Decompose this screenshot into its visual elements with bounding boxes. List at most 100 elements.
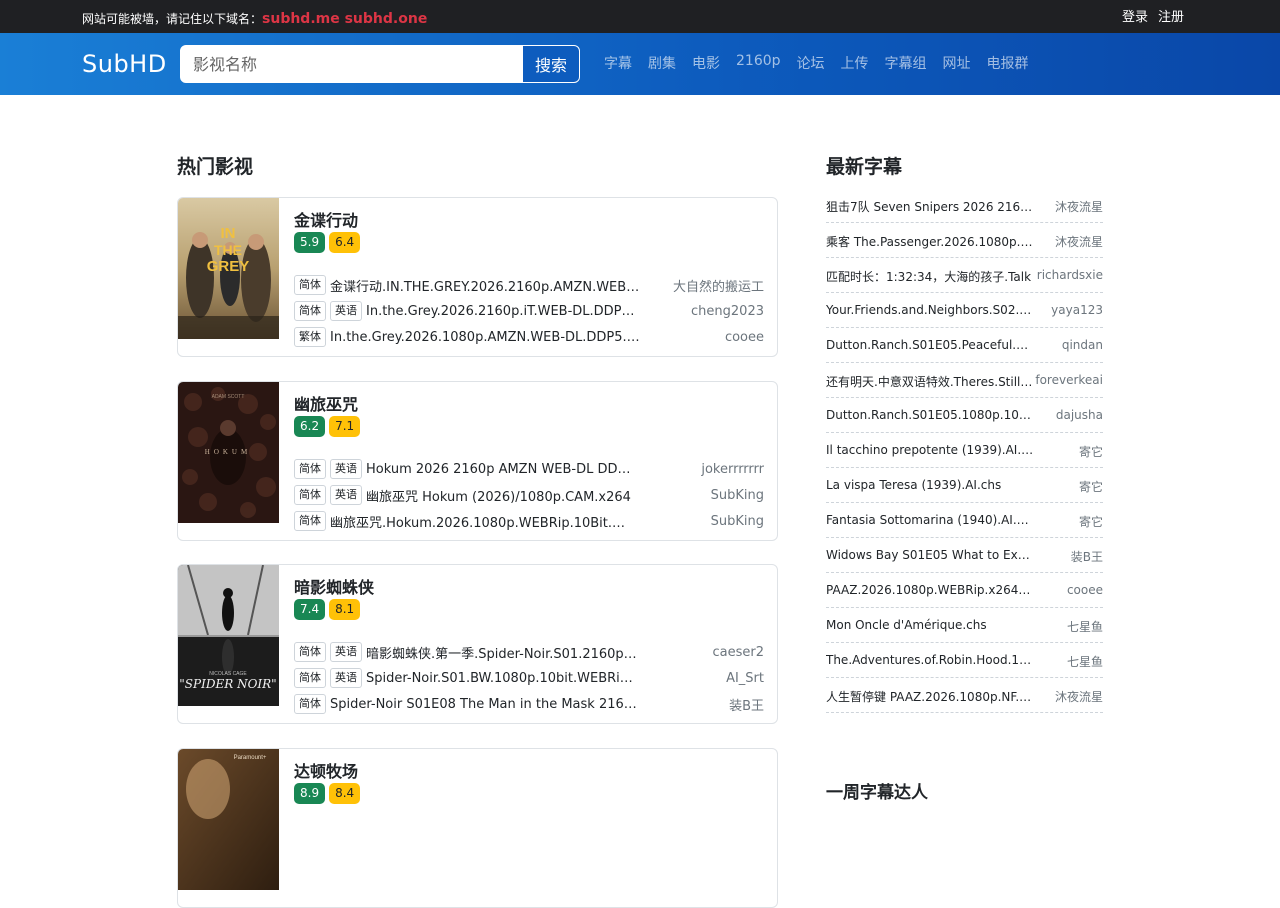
uploader-name[interactable]: jokerrrrrrr (701, 462, 764, 477)
latest-item-name[interactable]: Fantasia Sottomarina (1940).AI.chs (826, 513, 1034, 527)
hot-card: IN THE GREY 金谍行动 5.9 6.4 简体 金谍行动.IN.THE.… (177, 197, 778, 357)
uploader-name[interactable]: AI_Srt (726, 671, 764, 686)
latest-item-name[interactable]: 人生暂停键 PAAZ.2026.1080p.NF.WEB-DL (826, 688, 1034, 705)
latest-item-name[interactable]: PAAZ.2026.1080p.WEBRip.x264.AAC (826, 583, 1034, 597)
movie-title[interactable]: 幽旅巫咒 (294, 391, 358, 415)
latest-item[interactable]: PAAZ.2026.1080p.WEBRip.x264.AAC cooee (826, 573, 1103, 608)
subtitle-name[interactable]: 金谍行动.IN.THE.GREY.2026.2160p.AMZN.WEB-DL.… (330, 276, 640, 295)
movie-title[interactable]: 金谍行动 (294, 207, 358, 231)
latest-item[interactable]: 人生暂停键 PAAZ.2026.1080p.NF.WEB-DL 沐夜流星 (826, 678, 1103, 713)
latest-item-user[interactable]: yaya123 (1051, 303, 1103, 317)
main-navbar: SubHD 搜索 字幕 剧集 电影 2160p 论坛 上传 字幕组 网址 电报群 (0, 33, 1280, 95)
subtitle-row[interactable]: 简体 金谍行动.IN.THE.GREY.2026.2160p.AMZN.WEB-… (294, 272, 764, 298)
subtitle-name[interactable]: In.the.Grey.2026.1080p.AMZN.WEB-DL.DDP5.… (330, 330, 640, 345)
latest-item-user[interactable]: 沐夜流星 (1055, 198, 1103, 215)
latest-item[interactable]: Widows Bay S01E05 What to Expect 装B王 (826, 538, 1103, 573)
latest-item[interactable]: The.Adventures.of.Robin.Hood.1938 七星鱼 (826, 643, 1103, 678)
score-badge-green: 6.2 (294, 416, 326, 437)
nav-link-2160p[interactable]: 2160p (728, 53, 789, 73)
hot-card: HOKUM ADAM SCOTT 幽旅巫咒 6.2 7.1 简体 英语 Hoku… (177, 381, 778, 541)
latest-item[interactable]: Dutton.Ranch.S01E05.1080p.10bit dajusha (826, 398, 1103, 433)
latest-item-user[interactable]: 寄它 (1079, 478, 1103, 495)
latest-item-user[interactable]: 装B王 (1071, 548, 1103, 565)
subtitle-name[interactable]: 幽旅巫咒 Hokum (2026)/1080p.CAM.x264 (366, 486, 631, 505)
domain-list: subhd.me subhd.one (262, 11, 428, 27)
latest-item[interactable]: 还有明天.中意双语特效.Theres.Still.Tomorrowforever… (826, 363, 1103, 398)
subtitle-row[interactable]: 简体 英语 Hokum 2026 2160p AMZN WEB-DL DDP5.… (294, 456, 764, 482)
latest-item-name[interactable]: Dutton.Ranch.S01E05.1080p.10bit (826, 408, 1034, 422)
latest-item[interactable]: 匹配时长：1:32:34，大海的孩子.Talk richardsxie (826, 258, 1103, 293)
latest-item-user[interactable]: 寄它 (1079, 513, 1103, 530)
latest-item[interactable]: Mon Oncle d'Amérique.chs 七星鱼 (826, 608, 1103, 643)
subtitle-row[interactable]: 繁体 In.the.Grey.2026.1080p.AMZN.WEB-DL.DD… (294, 324, 764, 350)
poster-image[interactable]: Paramount+ (178, 749, 279, 890)
nav-link-urls[interactable]: 网址 (935, 53, 979, 73)
latest-item-name[interactable]: Mon Oncle d'Amérique.chs (826, 618, 1034, 632)
subtitle-row[interactable]: 简体 Spider-Noir S01E08 The Man in the Mas… (294, 691, 764, 717)
nav-link-forum[interactable]: 论坛 (789, 53, 833, 73)
uploader-name[interactable]: 装B王 (729, 695, 764, 714)
movie-title[interactable]: 达顿牧场 (294, 758, 358, 782)
subtitle-name[interactable]: In.the.Grey.2026.2160p.iT.WEB-DL.DDP5.1.… (366, 304, 636, 319)
latest-item-name[interactable]: 匹配时长：1:32:34，大海的孩子.Talk (826, 268, 1034, 285)
login-link[interactable]: 登录 (1122, 6, 1148, 25)
register-link[interactable]: 注册 (1158, 6, 1184, 25)
latest-item-user[interactable]: richardsxie (1037, 268, 1103, 282)
latest-item-name[interactable]: La vispa Teresa (1939).AI.chs (826, 478, 1034, 492)
nav-link-upload[interactable]: 上传 (833, 53, 877, 73)
subtitle-name[interactable]: 暗影蜘蛛侠.第一季.Spider-Noir.S01.2160p.AMZN.WEB… (366, 643, 638, 662)
uploader-name[interactable]: cooee (725, 330, 764, 345)
subtitle-row[interactable]: 简体 幽旅巫咒.Hokum.2026.1080p.WEBRip.10Bit.DD… (294, 508, 764, 534)
subtitle-name[interactable]: Spider-Noir.S01.BW.1080p.10bit.WEBRip.6C… (366, 671, 634, 686)
latest-item-name[interactable]: 狙击7队 Seven Snipers 2026 2160p WEB-DL (826, 198, 1034, 215)
latest-item[interactable]: Dutton.Ranch.S01E05.Peaceful.Valley qinda… (826, 328, 1103, 363)
latest-item[interactable]: Your.Friends.and.Neighbors.S02.1080p yaya… (826, 293, 1103, 328)
subtitle-row[interactable]: 简体 英语 Spider-Noir.S01.BW.1080p.10bit.WEB… (294, 665, 764, 691)
latest-item-name[interactable]: Widows Bay S01E05 What to Expect (826, 548, 1034, 562)
latest-item-name[interactable]: 乘客 The.Passenger.2026.1080p.WEB-DL (826, 233, 1034, 250)
search-button[interactable]: 搜索 (522, 46, 579, 82)
latest-item-user[interactable]: qindan (1062, 338, 1103, 352)
movie-title[interactable]: 暗影蜘蛛侠 (294, 574, 374, 598)
latest-item[interactable]: La vispa Teresa (1939).AI.chs 寄它 (826, 468, 1103, 503)
subtitle-row[interactable]: 简体 英语 暗影蜘蛛侠.第一季.Spider-Noir.S01.2160p.AM… (294, 639, 764, 665)
subtitle-name[interactable]: Hokum 2026 2160p AMZN WEB-DL DDP5.1 H.26… (366, 462, 638, 477)
latest-item-user[interactable]: 寄它 (1079, 443, 1103, 460)
latest-item-user[interactable]: dajusha (1056, 408, 1103, 422)
nav-link-movies[interactable]: 电影 (684, 53, 728, 73)
latest-item[interactable]: 乘客 The.Passenger.2026.1080p.WEB-DL 沐夜流星 (826, 223, 1103, 258)
latest-item[interactable]: 狙击7队 Seven Snipers 2026 2160p WEB-DL 沐夜流星 (826, 188, 1103, 223)
latest-item-name[interactable]: 还有明天.中意双语特效.Theres.Still.Tomorrow (826, 373, 1034, 390)
latest-item-user[interactable]: foreverkeai (1035, 373, 1103, 387)
latest-item[interactable]: Il tacchino prepotente (1939).AI.chs 寄它 (826, 433, 1103, 468)
latest-item-user[interactable]: 沐夜流星 (1055, 688, 1103, 705)
uploader-name[interactable]: caeser2 (713, 645, 765, 660)
latest-item-user[interactable]: 沐夜流星 (1055, 233, 1103, 250)
latest-item-user[interactable]: 七星鱼 (1067, 618, 1103, 635)
latest-subtitle-list: 狙击7队 Seven Snipers 2026 2160p WEB-DL 沐夜流星… (826, 188, 1103, 713)
subtitle-name[interactable]: 幽旅巫咒.Hokum.2026.1080p.WEBRip.10Bit.DDP5.… (330, 512, 635, 531)
nav-link-groups[interactable]: 字幕组 (877, 53, 935, 73)
nav-link-telegram[interactable]: 电报群 (979, 53, 1037, 73)
poster-image[interactable]: HOKUM ADAM SCOTT (178, 382, 279, 523)
latest-item-name[interactable]: Your.Friends.and.Neighbors.S02.1080p (826, 303, 1034, 317)
nav-link-series[interactable]: 剧集 (640, 53, 684, 73)
latest-item-name[interactable]: The.Adventures.of.Robin.Hood.1938 (826, 653, 1034, 667)
latest-item-user[interactable]: 七星鱼 (1067, 653, 1103, 670)
latest-item-name[interactable]: Il tacchino prepotente (1939).AI.chs (826, 443, 1034, 457)
latest-item-name[interactable]: Dutton.Ranch.S01E05.Peaceful.Valley (826, 338, 1034, 352)
subtitle-row[interactable]: 简体 英语 In.the.Grey.2026.2160p.iT.WEB-DL.D… (294, 298, 764, 324)
poster-image[interactable]: IN THE GREY (178, 198, 279, 339)
uploader-name[interactable]: SubKing (711, 488, 764, 503)
uploader-name[interactable]: cheng2023 (691, 304, 764, 319)
subtitle-row[interactable]: 简体 英语 幽旅巫咒 Hokum (2026)/1080p.CAM.x264 S… (294, 482, 764, 508)
uploader-name[interactable]: 大自然的搬运工 (673, 276, 764, 295)
nav-link-subtitles[interactable]: 字幕 (596, 53, 640, 73)
latest-item-user[interactable]: cooee (1067, 583, 1103, 597)
uploader-name[interactable]: SubKing (711, 514, 764, 529)
site-logo[interactable]: SubHD (82, 50, 167, 78)
subtitle-name[interactable]: Spider-Noir S01E08 The Man in the Mask 2… (330, 697, 638, 712)
poster-image[interactable]: "SPIDER NOIR" NICOLAS CAGE (178, 565, 279, 706)
search-input[interactable] (181, 46, 522, 82)
latest-item[interactable]: Fantasia Sottomarina (1940).AI.chs 寄它 (826, 503, 1103, 538)
